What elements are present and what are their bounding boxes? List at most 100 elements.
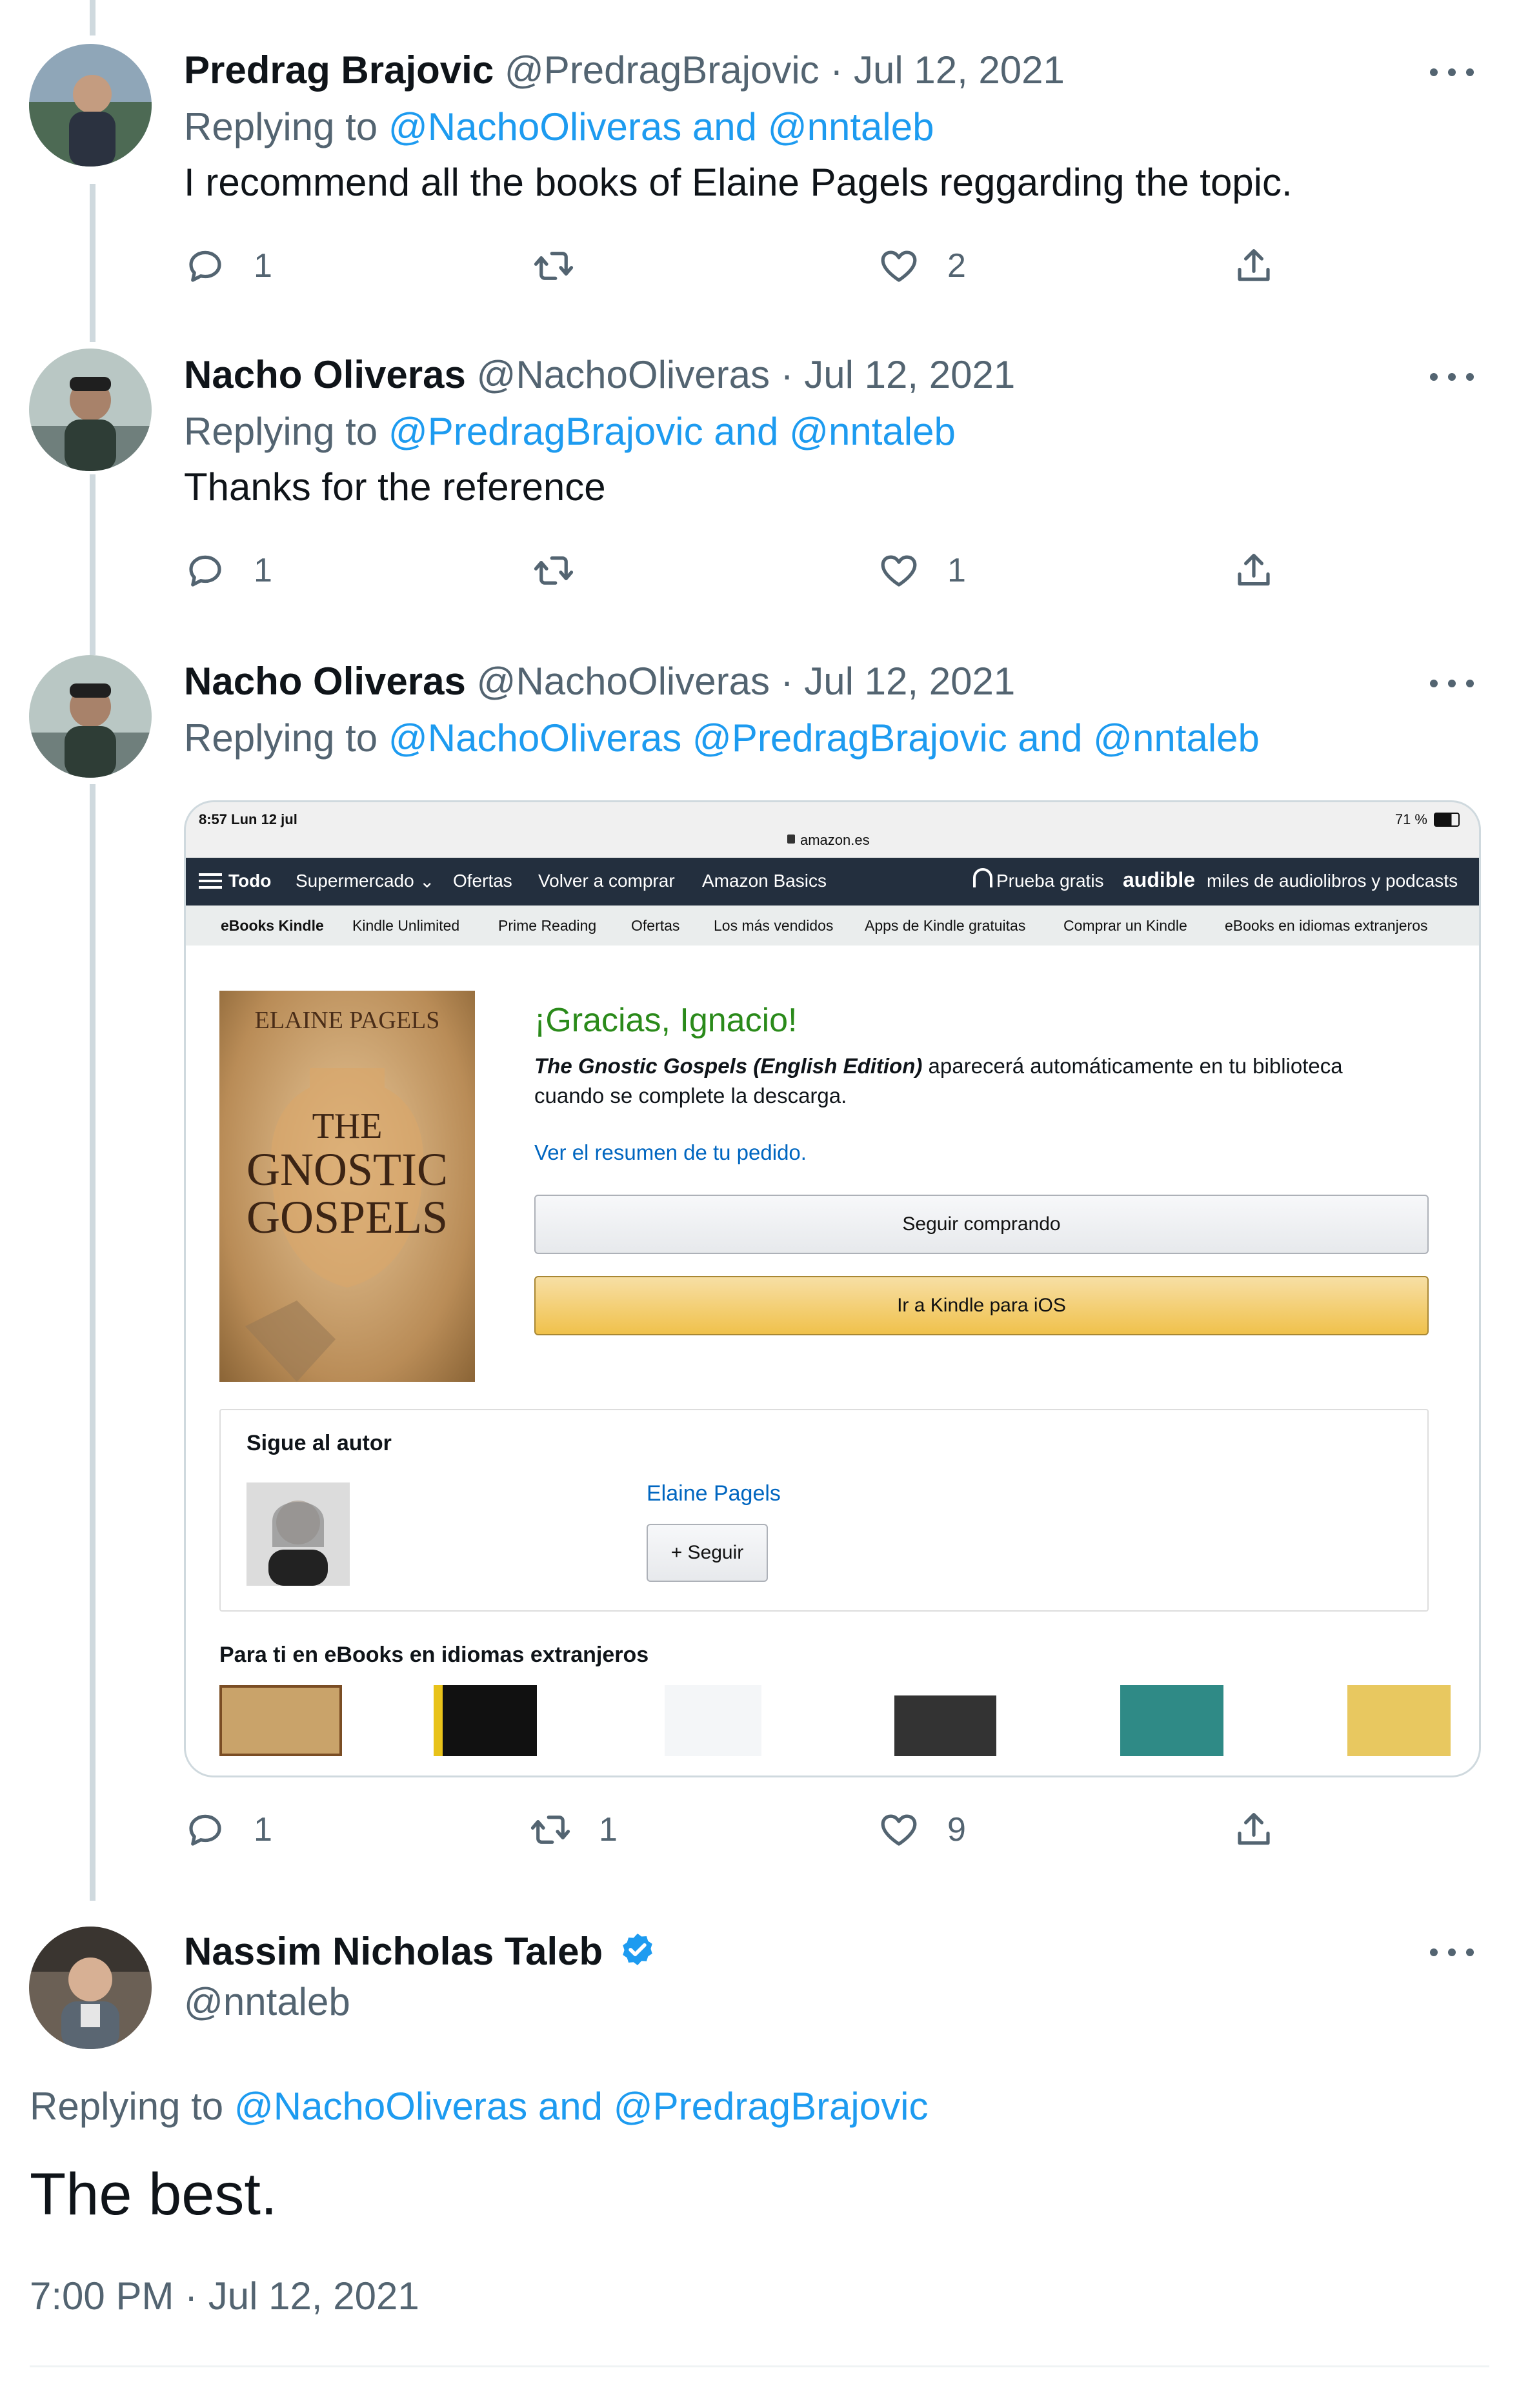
more-options-icon[interactable]: [1430, 364, 1475, 390]
tweet-date[interactable]: · Jul 12, 2021: [830, 48, 1065, 92]
audible-promo-tail[interactable]: miles de audiolibros y podcasts: [1207, 871, 1458, 891]
reply-button[interactable]: 1: [184, 545, 272, 596]
recommendation-book[interactable]: [665, 1685, 761, 1756]
like-count: 2: [947, 247, 966, 285]
avatar[interactable]: [29, 655, 152, 778]
retweet-button[interactable]: 1: [529, 1804, 618, 1856]
audible-promo-prefix[interactable]: Prueba gratis: [996, 871, 1104, 891]
replying-to-link[interactable]: @NachoOliveras @PredragBrajovic and @nnt…: [388, 716, 1260, 760]
continue-shopping-button[interactable]: Seguir comprando: [534, 1195, 1429, 1254]
heart-icon: [881, 250, 917, 282]
subnav-item[interactable]: Apps de Kindle gratuitas: [865, 917, 1025, 935]
headphones-icon: [973, 868, 992, 887]
follow-author-button[interactable]: + Seguir: [647, 1524, 768, 1582]
retweet-icon: [534, 556, 574, 585]
nav-ofertas[interactable]: Ofertas: [453, 871, 512, 891]
share-button[interactable]: [1232, 240, 1275, 292]
subnav-item[interactable]: Ofertas: [631, 917, 679, 935]
replying-to-label: Replying to: [184, 105, 378, 148]
amazon-nav-hamburger-line: [199, 880, 222, 882]
share-icon: [1238, 554, 1270, 586]
nav-todo[interactable]: Todo: [228, 871, 271, 891]
retweet-button[interactable]: [532, 545, 602, 596]
retweet-count: 1: [599, 1811, 618, 1848]
tweet-text: The best.: [30, 2161, 277, 2227]
subnav-item[interactable]: Comprar un Kindle: [1063, 917, 1187, 935]
order-summary-link[interactable]: Ver el resumen de tu pedido.: [534, 1140, 807, 1165]
book-cover[interactable]: ELAINE PAGELS THE GNOSTIC GOSPELS: [219, 991, 475, 1382]
follow-author-box: Sigue al autor Elaine Pagels + Seguir: [219, 1409, 1429, 1612]
replying-to-label: Replying to: [30, 2085, 224, 2128]
delivery-message-part-1: aparecerá automáticamente en tu bibliote…: [922, 1054, 1343, 1078]
avatar[interactable]: [29, 44, 152, 167]
author-name-link[interactable]: Elaine Pagels: [647, 1481, 781, 1506]
share-button[interactable]: [1232, 545, 1275, 596]
replying-to-link[interactable]: @PredragBrajovic and @nntaleb: [388, 410, 956, 453]
recommendation-book[interactable]: [1120, 1685, 1223, 1756]
more-options-icon[interactable]: [1430, 59, 1475, 85]
amazon-kindle-subnav: eBooks Kindle Kindle Unlimited Prime Rea…: [186, 906, 1479, 947]
retweet-icon: [534, 252, 574, 280]
like-button[interactable]: 1: [878, 545, 966, 596]
tweet-date[interactable]: · Jul 12, 2021: [781, 353, 1016, 396]
audible-logo[interactable]: audible: [1123, 868, 1195, 892]
more-options-icon[interactable]: [1430, 1939, 1475, 1965]
recommendation-book[interactable]: [1347, 1685, 1451, 1756]
recommendation-book[interactable]: [219, 1685, 342, 1756]
amazon-confirmation-page: ELAINE PAGELS THE GNOSTIC GOSPELS ¡Graci…: [186, 946, 1479, 1776]
replying-to-link[interactable]: @NachoOliveras and @PredragBrajovic: [234, 2085, 929, 2128]
retweet-button[interactable]: [532, 240, 602, 292]
ipad-status-bar: 8:57 Lun 12 jul 71 % amazon.es: [186, 802, 1479, 858]
user-handle[interactable]: @NachoOliveras: [477, 353, 770, 396]
avatar[interactable]: [29, 1927, 152, 2049]
status-time: 8:57 Lun 12 jul: [199, 811, 297, 827]
tweet-timestamp[interactable]: 7:00 PM · Jul 12, 2021: [30, 2272, 419, 2320]
delivery-message-line-1: The Gnostic Gospels (English Edition) ap…: [534, 1054, 1343, 1078]
url-bar-text[interactable]: amazon.es: [800, 832, 870, 849]
battery-icon: [1434, 813, 1460, 827]
share-icon: [1238, 249, 1270, 281]
recommendation-book[interactable]: [894, 1685, 996, 1756]
subnav-item[interactable]: Kindle Unlimited: [352, 917, 459, 935]
display-name[interactable]: Nacho Oliveras: [184, 660, 466, 703]
subnav-item[interactable]: eBooks Kindle: [221, 917, 324, 935]
subnav-item[interactable]: Los más vendidos: [714, 917, 833, 935]
avatar[interactable]: [29, 349, 152, 471]
nav-volver-a-comprar[interactable]: Volver a comprar: [538, 871, 675, 891]
share-button[interactable]: [1232, 1804, 1275, 1856]
author-photo[interactable]: [246, 1482, 350, 1586]
user-handle[interactable]: @nntaleb: [184, 1978, 350, 2026]
go-to-kindle-button[interactable]: Ir a Kindle para iOS: [534, 1276, 1429, 1335]
nav-amazon-basics[interactable]: Amazon Basics: [702, 871, 827, 891]
user-handle[interactable]: @PredragBrajovic: [505, 48, 820, 92]
replying-to-label: Replying to: [184, 716, 378, 760]
tweet-image[interactable]: 8:57 Lun 12 jul 71 % amazon.es Todo Supe…: [184, 800, 1481, 1777]
reply-tweet[interactable]: Nacho Oliveras @NachoOliveras · Jul 12, …: [0, 303, 1519, 610]
more-options-icon[interactable]: [1430, 671, 1475, 696]
reply-button[interactable]: 1: [184, 1804, 272, 1856]
subnav-item[interactable]: Prime Reading: [498, 917, 596, 935]
reply-icon: [189, 555, 221, 587]
recommendations-heading: Para ti en eBooks en idiomas extranjeros: [219, 1643, 649, 1667]
like-button[interactable]: 2: [878, 240, 966, 292]
tweet-date[interactable]: · Jul 12, 2021: [781, 660, 1016, 703]
thanks-heading: ¡Gracias, Ignacio!: [534, 1002, 798, 1039]
nav-supermercado[interactable]: Supermercado: [296, 871, 414, 891]
reply-tweet[interactable]: Predrag Brajovic @PredragBrajovic · Jul …: [0, 0, 1519, 303]
display-name[interactable]: Predrag Brajovic: [184, 48, 494, 92]
lock-icon: [787, 835, 795, 844]
replying-to-link[interactable]: @NachoOliveras and @nntaleb: [388, 105, 934, 148]
subnav-item[interactable]: eBooks en idiomas extranjeros: [1225, 917, 1428, 935]
divider: [30, 2365, 1489, 2367]
display-name[interactable]: Nassim Nicholas Taleb: [184, 1930, 603, 1973]
delivery-message-line-2: cuando se complete la descarga.: [534, 1084, 847, 1108]
reply-count: 1: [254, 1811, 272, 1848]
retweet-icon: [530, 1816, 570, 1844]
reply-button[interactable]: 1: [184, 240, 272, 292]
verified-badge-icon: [623, 1933, 652, 1965]
recommendation-book[interactable]: [434, 1685, 537, 1756]
user-handle[interactable]: @NachoOliveras: [477, 660, 770, 703]
display-name[interactable]: Nacho Oliveras: [184, 353, 466, 396]
like-button[interactable]: 9: [878, 1804, 966, 1856]
status-battery: 71 %: [1394, 811, 1427, 827]
